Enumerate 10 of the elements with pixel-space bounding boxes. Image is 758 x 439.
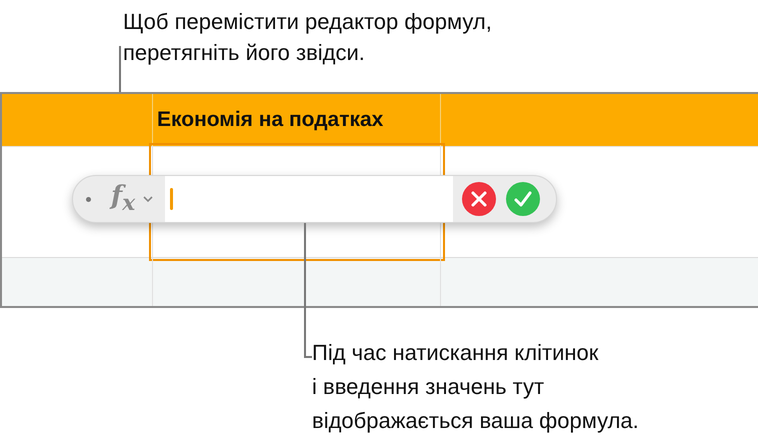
drag-handle-icon[interactable] [86,196,91,202]
function-icon[interactable]: f$_{x}$ [111,183,136,215]
text-cursor-icon [170,188,174,210]
chevron-icon[interactable] [143,195,154,203]
formula-editor-dialog[interactable]: f$_{x}$ [72,175,557,223]
accept-button[interactable] [505,181,542,217]
formula-input-field[interactable] [165,176,454,222]
callout-text: Щоб перемістити редактор формул, перетягніть його звідси. [123,8,492,67]
cancel-button[interactable] [461,181,498,217]
callout-text: Під час натискання клітинок і введення значень тут відображається ваша формула. [312,339,639,435]
